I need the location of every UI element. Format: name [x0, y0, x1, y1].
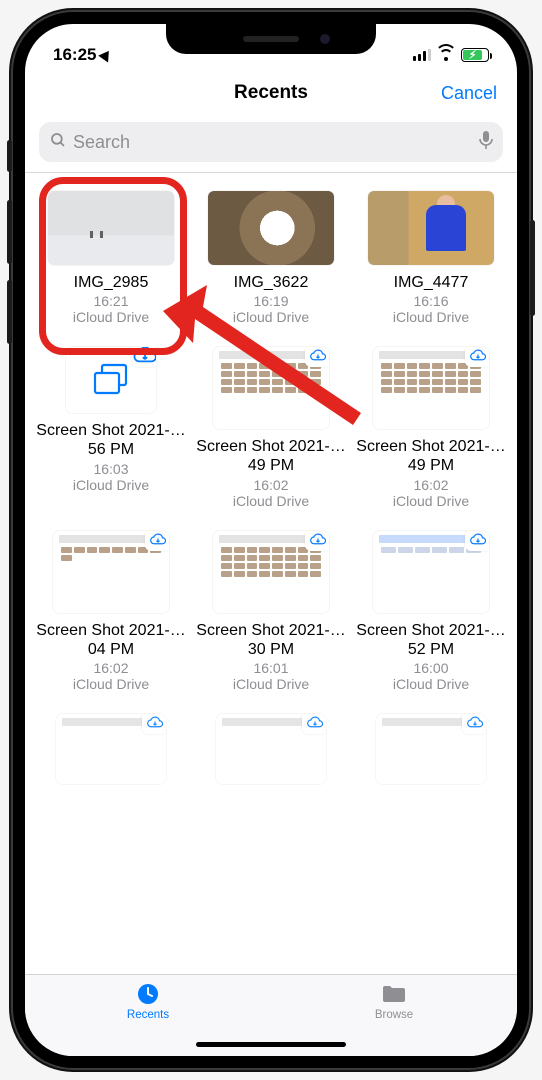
file-item[interactable]: [353, 714, 509, 784]
dictation-icon[interactable]: [479, 130, 493, 155]
file-item[interactable]: IMG_2985 16:21 iCloud Drive: [33, 191, 189, 325]
tab-label: Browse: [375, 1009, 413, 1021]
search-input[interactable]: [73, 132, 473, 153]
front-camera: [320, 34, 330, 44]
file-item[interactable]: Screen Shot 2021-…04 PM 16:02 iCloud Dri…: [33, 531, 189, 692]
notch: [166, 24, 376, 54]
file-grid-scroll[interactable]: IMG_2985 16:21 iCloud Drive IMG_3622 16:…: [25, 173, 517, 974]
file-item[interactable]: Screen Shot 2021-…56 PM 16:03 iCloud Dri…: [33, 347, 189, 508]
file-time: 16:19: [253, 293, 288, 309]
cellular-icon: [413, 49, 431, 61]
file-item[interactable]: [193, 714, 349, 784]
file-thumbnail: [213, 347, 329, 429]
file-time: 16:02: [93, 660, 128, 676]
file-time: 16:16: [413, 293, 448, 309]
file-location: iCloud Drive: [73, 477, 149, 493]
file-time: 16:03: [93, 461, 128, 477]
phone-frame: 16:25 ⚡︎ Recents Cancel: [11, 10, 531, 1070]
file-time: 16:02: [413, 477, 448, 493]
file-thumbnail: [56, 714, 166, 784]
status-right: ⚡︎: [413, 48, 489, 62]
file-location: iCloud Drive: [73, 676, 149, 692]
volume-up-button: [7, 200, 12, 264]
file-thumbnail: [376, 714, 486, 784]
tab-label: Recents: [127, 1009, 169, 1021]
folder-icon: [380, 981, 408, 1007]
silence-switch: [7, 140, 12, 172]
search-icon: [49, 131, 67, 154]
file-location: iCloud Drive: [233, 309, 309, 325]
file-thumbnail: [48, 191, 174, 265]
wifi-icon: [437, 49, 455, 62]
file-name: Screen Shot 2021-…49 PM: [196, 437, 346, 475]
file-thumbnail: [53, 531, 169, 613]
speaker: [243, 36, 299, 42]
file-location: iCloud Drive: [393, 493, 469, 509]
volume-down-button: [7, 280, 12, 344]
clock-icon: [134, 981, 162, 1007]
file-thumbnail: [373, 531, 489, 613]
file-location: iCloud Drive: [393, 676, 469, 692]
file-name: Screen Shot 2021-…49 PM: [356, 437, 506, 475]
file-item[interactable]: Screen Shot 2021-…52 PM 16:00 iCloud Dri…: [353, 531, 509, 692]
file-time: 16:01: [253, 660, 288, 676]
file-thumbnail: [213, 531, 329, 613]
status-left: 16:25: [53, 45, 112, 65]
page-title: Recents: [234, 82, 308, 104]
cloud-download-icon: [465, 531, 489, 551]
file-time: 16:00: [413, 660, 448, 676]
file-thumbnail: [208, 191, 334, 265]
cloud-download-icon: [305, 531, 329, 551]
file-name: IMG_4477: [394, 273, 469, 292]
file-item[interactable]: Screen Shot 2021-…49 PM 16:02 iCloud Dri…: [193, 347, 349, 508]
screen: 16:25 ⚡︎ Recents Cancel: [25, 24, 517, 1056]
file-name: Screen Shot 2021-…52 PM: [356, 621, 506, 659]
cloud-download-icon: [462, 714, 486, 734]
file-thumbnail: [216, 714, 326, 784]
status-time: 16:25: [53, 45, 96, 65]
location-icon: [99, 47, 115, 62]
search-field[interactable]: [39, 122, 503, 162]
cloud-download-icon: [145, 531, 169, 551]
cloud-download-icon: [305, 347, 329, 367]
file-thumbnail: [373, 347, 489, 429]
search-container: [25, 116, 517, 173]
file-thumbnail: [66, 347, 156, 413]
file-time: 16:21: [93, 293, 128, 309]
cloud-download-icon: [302, 714, 326, 734]
cloud-download-icon: [132, 347, 156, 367]
nav-bar: Recents Cancel: [25, 70, 517, 116]
charging-icon: ⚡︎: [469, 49, 477, 62]
file-location: iCloud Drive: [233, 676, 309, 692]
power-button: [530, 220, 535, 316]
file-item[interactable]: Screen Shot 2021-…49 PM 16:02 iCloud Dri…: [353, 347, 509, 508]
battery-icon: ⚡︎: [461, 48, 489, 62]
file-name: Screen Shot 2021-…56 PM: [36, 421, 186, 459]
file-thumbnail: [368, 191, 494, 265]
file-item[interactable]: Screen Shot 2021-…30 PM 16:01 iCloud Dri…: [193, 531, 349, 692]
file-time: 16:02: [253, 477, 288, 493]
cloud-download-icon: [142, 714, 166, 734]
file-location: iCloud Drive: [73, 309, 149, 325]
file-name: IMG_3622: [234, 273, 309, 292]
file-name: Screen Shot 2021-…30 PM: [196, 621, 346, 659]
file-name: Screen Shot 2021-…04 PM: [36, 621, 186, 659]
file-location: iCloud Drive: [393, 309, 469, 325]
cloud-download-icon: [465, 347, 489, 367]
file-item[interactable]: IMG_4477 16:16 iCloud Drive: [353, 191, 509, 325]
file-name: IMG_2985: [74, 273, 149, 292]
file-location: iCloud Drive: [233, 493, 309, 509]
home-indicator[interactable]: [196, 1042, 346, 1047]
cancel-button[interactable]: Cancel: [441, 83, 497, 104]
file-item[interactable]: IMG_3622 16:19 iCloud Drive: [193, 191, 349, 325]
file-item[interactable]: [33, 714, 189, 784]
file-grid: IMG_2985 16:21 iCloud Drive IMG_3622 16:…: [33, 191, 509, 784]
